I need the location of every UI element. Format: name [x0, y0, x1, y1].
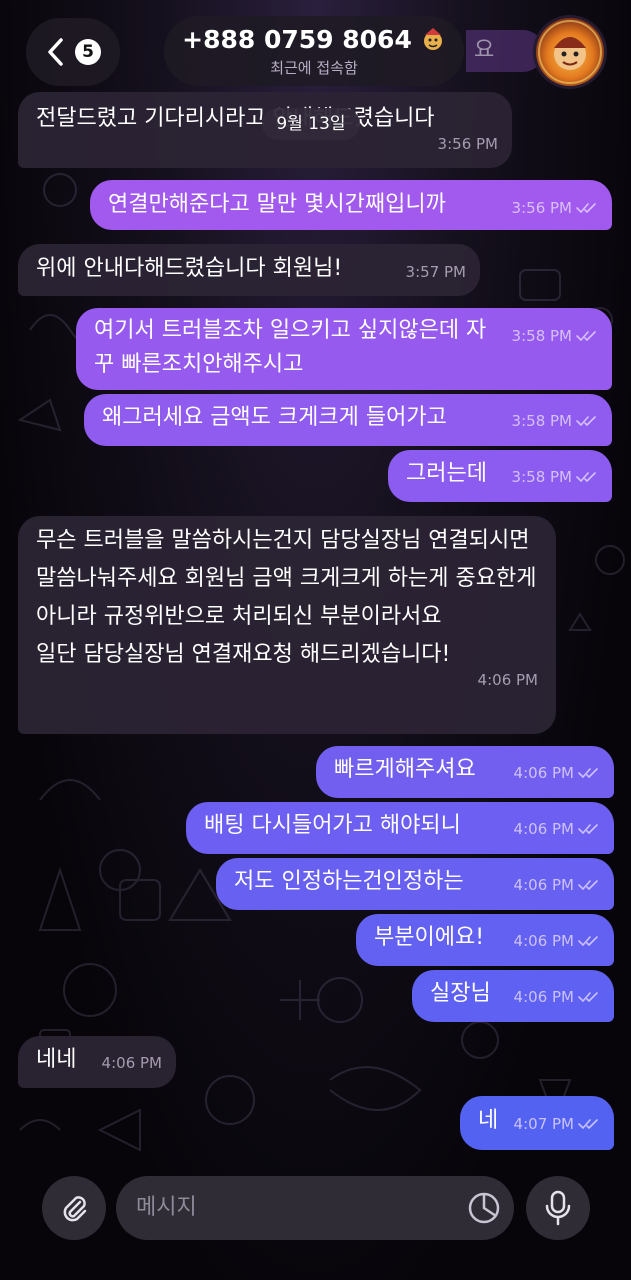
- message-time: 3:56 PM: [437, 135, 498, 153]
- message-text: 그러는데: [406, 461, 487, 486]
- message-outgoing[interactable]: 3:58 PM 왜그러세요 금액도 크게크게 들어가고: [84, 394, 612, 446]
- message-meta: 4:06 PM: [514, 989, 600, 1005]
- message-time: 3:58 PM: [511, 468, 572, 486]
- message-time: 4:06 PM: [513, 876, 574, 894]
- back-button[interactable]: 5: [26, 18, 120, 86]
- chevron-left-icon: [48, 38, 63, 66]
- message-time: 4:06 PM: [477, 671, 538, 689]
- message-time: 3:57 PM: [405, 263, 466, 281]
- message-meta: 3:56 PM: [512, 200, 598, 216]
- message-input[interactable]: 메시지: [116, 1176, 514, 1240]
- message-time: 4:06 PM: [513, 932, 574, 950]
- contact-name: +888 0759 8064: [182, 24, 412, 54]
- message-time: 3:56 PM: [511, 199, 572, 217]
- message-time: 4:06 PM: [513, 764, 574, 782]
- message-text: 부분이에요!: [374, 925, 485, 950]
- microphone-icon: [545, 1190, 571, 1226]
- double-check-icon: [578, 824, 598, 834]
- message-text: 무슨 트러블을 말씀하시는건지 담당실장님 연결되시면 말씀나눠주세요 회원님 …: [36, 528, 537, 667]
- double-check-icon: [578, 936, 598, 946]
- message-text: 여기서 트러블조차 일으키고 싶지않은데 자꾸 빠른조치안해주시고: [94, 318, 487, 377]
- message-outgoing[interactable]: 3:56 PM 연결만해준다고 말만 몇시간째입니까: [90, 180, 612, 230]
- message-outgoing[interactable]: 4:06 PM 저도 인정하는건인정하는: [216, 858, 614, 910]
- emoji-icon: [423, 28, 442, 50]
- message-outgoing[interactable]: 4:07 PM 네: [460, 1096, 614, 1150]
- message-meta: 4:06 PM: [102, 1055, 162, 1071]
- message-text: 왜그러세요 금액도 크게크게 들어가고: [102, 405, 447, 430]
- unread-count-badge: 5: [75, 39, 101, 65]
- message-outgoing[interactable]: 3:58 PM 그러는데: [388, 450, 612, 502]
- message-time: 4:06 PM: [101, 1054, 162, 1072]
- message-outgoing[interactable]: 3:58 PM 여기서 트러블조차 일으키고 싶지않은데 자꾸 빠른조치안해주시고: [76, 308, 612, 390]
- blurred-header-fragment: 요: [466, 30, 544, 72]
- voice-message-button[interactable]: [526, 1176, 590, 1240]
- message-time: 4:06 PM: [513, 988, 574, 1006]
- attach-button[interactable]: [42, 1176, 106, 1240]
- message-outgoing[interactable]: 4:06 PM 빠르게해주셔요: [316, 746, 614, 798]
- message-incoming[interactable]: 3:57 PM 위에 안내다해드렸습니다 회원님!: [18, 244, 480, 296]
- contact-avatar[interactable]: [536, 18, 604, 86]
- double-check-icon: [578, 992, 598, 1002]
- double-check-icon: [578, 880, 598, 890]
- message-incoming[interactable]: 무슨 트러블을 말씀하시는건지 담당실장님 연결되시면 말씀나눠주세요 회원님 …: [18, 516, 556, 734]
- paperclip-icon: [63, 1196, 87, 1222]
- message-incoming[interactable]: 4:06 PM 네네: [18, 1036, 176, 1088]
- date-separator: 9월 13일: [262, 108, 360, 140]
- message-meta: 3:56 PM: [36, 136, 498, 152]
- chat-title-pill[interactable]: +888 0759 8064 최근에 접속함: [164, 16, 464, 86]
- double-check-icon: [578, 1119, 598, 1129]
- message-outgoing[interactable]: 4:06 PM 실장님: [412, 970, 614, 1022]
- double-check-icon: [576, 203, 596, 213]
- message-text: 위에 안내다해드렸습니다 회원님!: [36, 256, 343, 281]
- double-check-icon: [576, 331, 596, 341]
- message-time: 3:58 PM: [511, 412, 572, 430]
- message-meta: 4:06 PM: [514, 821, 600, 837]
- message-time: 4:07 PM: [513, 1115, 574, 1133]
- message-meta: 4:06 PM: [514, 765, 600, 781]
- double-check-icon: [576, 472, 596, 482]
- last-seen-status: 최근에 접속함: [270, 58, 358, 77]
- message-time: 4:06 PM: [513, 820, 574, 838]
- message-meta: 3:58 PM: [512, 469, 598, 485]
- message-time: 3:58 PM: [511, 327, 572, 345]
- avatar-image: [538, 20, 602, 84]
- message-text: 배팅 다시들어가고 해야되니: [204, 813, 461, 838]
- message-meta: 3:57 PM: [406, 264, 466, 280]
- message-meta: 4:06 PM: [514, 877, 600, 893]
- message-meta: 4:07 PM: [514, 1116, 600, 1132]
- message-text: 저도 인정하는건인정하는: [234, 869, 464, 894]
- message-text: 전달드렸고 기다리시라고 안내해드렸습니다: [36, 106, 435, 131]
- message-meta: 4:06 PM: [36, 672, 538, 688]
- double-check-icon: [578, 768, 598, 778]
- message-text: 빠르게해주셔요: [334, 757, 476, 782]
- message-outgoing[interactable]: 4:06 PM 부분이에요!: [356, 914, 614, 966]
- message-meta: 4:06 PM: [514, 933, 600, 949]
- message-outgoing[interactable]: 4:06 PM 배팅 다시들어가고 해야되니: [186, 802, 614, 854]
- message-meta: 3:58 PM: [512, 413, 598, 429]
- double-check-icon: [576, 416, 596, 426]
- message-text: 연결만해준다고 말만 몇시간째입니까: [108, 192, 446, 217]
- message-text: 네네: [36, 1047, 77, 1072]
- message-text: 실장님: [430, 981, 491, 1006]
- message-meta: 3:58 PM: [512, 328, 598, 344]
- message-text: 네: [478, 1108, 499, 1133]
- sticker-icon[interactable]: [464, 1188, 504, 1228]
